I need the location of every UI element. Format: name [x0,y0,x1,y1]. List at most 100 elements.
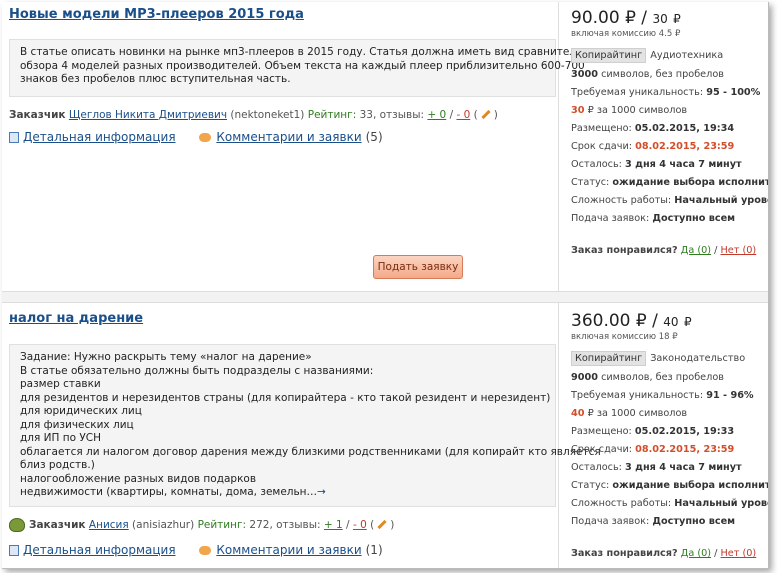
speech-bubble-icon [199,133,212,142]
comments-link[interactable]: Комментарии и заявки [216,130,361,144]
customer-name-link[interactable]: Щеглов Никита Дмитриевич [69,109,227,121]
uniqueness-value: 91 - 96% [706,390,754,401]
posted-label: Размещено: [571,426,632,437]
customer-label: Заказчик [9,109,66,121]
deadline-label: Срок сдачи: [571,444,633,455]
time-left-label: Осталось: [571,159,622,170]
submission-value: Доступно всем [652,213,736,224]
details-link[interactable]: Детальная информация [23,130,176,144]
description-line: В статье описать новинки на рынке мп3-пл… [20,46,608,58]
description-line: недвижимости (квартиры, комнаты, дома, з… [20,486,545,500]
posted-label: Размещено: [571,123,632,134]
order-sidebar: 90.00 ₽ / 30 ₽ включая комиссию 4.5 ₽ Ко… [571,8,768,256]
like-no-link[interactable]: Нет (0) [721,548,757,559]
negative-reviews-link[interactable]: - 0 [456,109,470,121]
details-link[interactable]: Детальная информация [23,543,176,557]
rating-value: 272 [249,519,270,531]
complexity-row: Сложность работы: Начальный уровень [571,195,768,207]
description-line: обзора 4 моделей разных производителей. … [20,59,585,72]
reviews-label: , отзывы: [372,109,425,121]
document-icon [9,545,19,556]
liked-row: Заказ понравился? Да (0) / Нет (0) [571,548,757,559]
description-line-text: недвижимости (квартиры, комнаты, дома, з… [20,486,318,498]
customer-label: Заказчик [29,519,86,531]
customer-login: (nektoneket1) [230,109,305,121]
rate-value: 40 [571,408,585,419]
time-left-value: 3 дня 4 часа 7 минут [625,462,742,473]
negative-reviews-link[interactable]: - 0 [353,519,367,531]
comments-count: (5) [365,130,383,144]
posted-row: Размещено: 05.02.2015, 19:33 [571,426,768,438]
type-tag[interactable]: Копирайтинг [571,48,647,63]
description-line: В статье обязательно должны быть подразд… [20,364,374,377]
uniqueness-value: 95 - 100% [706,87,761,98]
price-value: 360.00 [571,311,631,331]
description-line: для юридических лиц [20,405,142,417]
time-left-value: 3 дня 4 часа 7 минут [625,159,742,170]
customer-name-link[interactable]: Анисия [89,519,129,531]
order-description: Задание: Нужно раскрыть тему «налог на д… [9,344,601,507]
rating-value: 33 [359,109,373,121]
order-card: Новые модели МР3-плееров 2015 года В ста… [2,2,768,290]
rate-text: ₽ за 1000 символов [587,408,688,419]
deadline-value: 08.02.2015, 23:59 [635,444,735,455]
like-yes-link[interactable]: Да (0) [681,245,711,256]
description-line: для резидентов и нерезидентов страны (дл… [20,391,551,404]
read-more-arrow-icon[interactable]: → [317,486,326,498]
apply-button[interactable]: Подать заявку [373,255,463,279]
price-per-1000: 40 [663,315,679,329]
like-yes-link[interactable]: Да (0) [681,548,711,559]
deadline-row: Срок сдачи: 08.02.2015, 23:59 [571,141,768,153]
liked-label: Заказ понравился? [571,548,678,559]
rate-text: ₽ за 1000 символов [587,105,688,116]
category: Законодательство [650,353,746,364]
price-per-1000: 30 [652,12,668,26]
submission-label: Подача заявок: [571,213,650,224]
rating-label: Рейтинг: [197,519,247,531]
order-description: В статье описать новинки на рынке мп3-пл… [9,39,608,97]
order-title-link[interactable]: Новые модели МР3-плееров 2015 года [9,7,304,22]
submission-row: Подача заявок: Доступно всем [571,213,768,225]
uniqueness-row: Требуемая уникальность: 91 - 96% [571,390,768,402]
uniqueness-row: Требуемая уникальность: 95 - 100% [571,87,768,99]
commission: включая комиссию 18 ₽ [571,332,678,342]
chars-value: 9000 [571,372,598,383]
complexity-value: Начальный уровень [674,195,768,206]
order-title-link[interactable]: налог на дарение [9,311,143,326]
description-line: налогообложение разных видов подарков [20,472,257,485]
uniqueness-label: Требуемая уникальность: [571,87,704,98]
description-line: размер ставки [20,378,101,390]
time-left-row: Осталось: 3 дня 4 часа 7 минут [571,462,768,474]
currency: ₽ [625,8,636,28]
complexity-label: Сложность работы: [571,498,672,509]
complexity-label: Сложность работы: [571,195,672,206]
order-actions: Детальная информация Комментарии и заявк… [9,130,383,144]
deadline-value: 08.02.2015, 23:59 [635,141,735,152]
comments-link[interactable]: Комментарии и заявки [216,543,361,557]
chars-value: 3000 [571,69,598,80]
currency: ₽ [635,311,647,331]
order-card: налог на дарение Задание: Нужно раскрыть… [2,302,768,568]
liked-label: Заказ понравился? [571,245,678,256]
type-tag[interactable]: Копирайтинг [571,351,647,366]
like-no-link[interactable]: Нет (0) [721,245,757,256]
description-line: Задание: Нужно раскрыть тему «налог на д… [20,351,312,363]
tag-row: Копирайтинг Аудиотехника [571,48,768,63]
speech-bubble-icon [199,546,212,555]
status-row: Статус: ожидание выбора исполнителя [571,480,768,492]
posted-value: 05.02.2015, 19:34 [634,123,735,134]
submission-row: Подача заявок: Доступно всем [571,516,768,528]
currency: ₽ [683,315,692,329]
submission-value: Доступно всем [652,516,736,527]
submission-label: Подача заявок: [571,516,650,527]
posted-row: Размещено: 05.02.2015, 19:34 [571,123,768,135]
orders-list: Новые модели МР3-плееров 2015 года В ста… [2,2,769,569]
positive-reviews-link[interactable]: + 1 [324,519,343,531]
positive-reviews-link[interactable]: + 0 [427,109,446,121]
status-label: Статус: [571,480,610,491]
user-avatar-icon [9,518,25,532]
pencil-icon[interactable] [377,519,387,529]
complexity-value: Начальный уровень [674,498,768,509]
pencil-icon[interactable] [481,109,491,119]
chars-text: символов, без пробелов [601,372,724,383]
